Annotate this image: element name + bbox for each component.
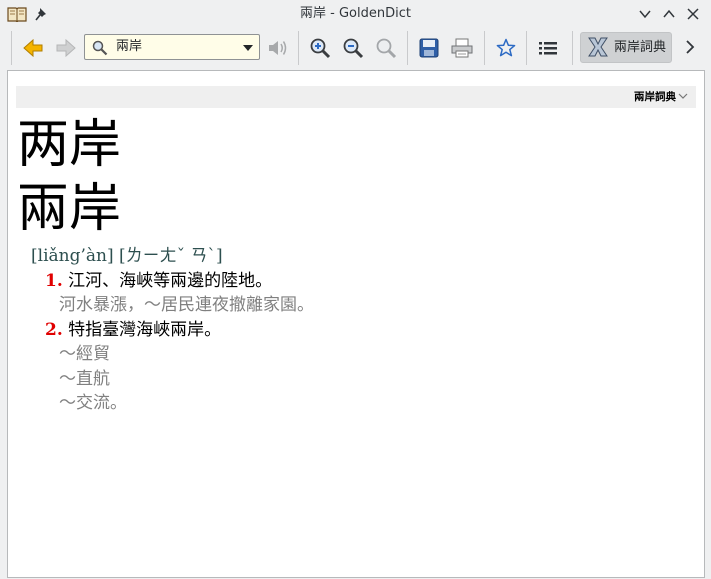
toolbar-separator: [526, 31, 527, 65]
arrow-left-icon: [23, 39, 43, 57]
headword-traditional: 兩岸: [17, 179, 122, 239]
main-toolbar: 兩岸 兩岸詞典: [0, 28, 711, 68]
star-icon: [496, 38, 516, 57]
back-button[interactable]: [17, 32, 49, 64]
toolbar-separator: [484, 31, 485, 65]
minimize-icon[interactable]: [636, 5, 654, 23]
toolbar-separator: [298, 31, 299, 65]
printer-icon: [451, 38, 473, 58]
zoom-out-button[interactable]: [337, 32, 369, 64]
pronounce-button[interactable]: [262, 32, 294, 64]
dictionary-group-button[interactable]: 兩岸詞典: [580, 32, 672, 63]
forward-button[interactable]: [50, 32, 82, 64]
chevron-right-icon[interactable]: [684, 38, 696, 56]
save-icon: [419, 38, 439, 58]
definition-text: 江河、海峽等兩邊的陸地。: [68, 271, 273, 291]
definition-number: 1.: [45, 271, 63, 291]
dropdown-arrow-icon[interactable]: [243, 45, 253, 51]
example-sentence: ～直航: [59, 369, 110, 389]
speaker-icon: [269, 41, 287, 55]
example-sentence: ～經貿: [59, 344, 110, 364]
definition-2: 2. 特指臺灣海峽兩岸。: [45, 318, 221, 342]
history-list-button[interactable]: [532, 32, 564, 64]
dictionary-icon: [588, 37, 608, 57]
maximize-icon[interactable]: [660, 5, 678, 23]
toolbar-handle: [11, 31, 12, 65]
zoom-normal-icon: [376, 38, 397, 59]
title-bar: 兩岸 - GoldenDict: [0, 0, 711, 28]
collapse-chevron-icon[interactable]: [678, 92, 688, 100]
example-sentence: ～交流。: [59, 393, 127, 413]
zoom-reset-button[interactable]: [370, 32, 402, 64]
window-title: 兩岸 - GoldenDict: [300, 6, 411, 21]
definition-text: 特指臺灣海峽兩岸。: [68, 320, 222, 340]
favorite-button[interactable]: [490, 32, 522, 64]
arrow-right-icon: [56, 39, 76, 57]
dictionary-group-label: 兩岸詞典: [614, 40, 667, 55]
search-combobox[interactable]: 兩岸: [84, 34, 260, 60]
example-sentence: 河水暴漲，～居民連夜撤離家園。: [59, 295, 314, 315]
search-input[interactable]: 兩岸: [116, 35, 142, 59]
pronunciation: [liǎng’àn] [ㄌㄧㄤˇ ㄢˋ]: [31, 246, 223, 266]
headword-simplified: 两岸: [17, 115, 122, 175]
definition-number: 2.: [45, 320, 63, 340]
close-icon[interactable]: [684, 5, 702, 23]
dictionary-name: 兩岸詞典: [634, 91, 676, 103]
print-button[interactable]: [446, 32, 478, 64]
definition-1: 1. 江河、海峽等兩邊的陸地。: [45, 269, 272, 293]
zoom-in-icon: [310, 38, 331, 59]
toolbar-separator: [572, 31, 573, 65]
article-view[interactable]: 兩岸詞典 两岸 兩岸 [liǎng’àn] [ㄌㄧㄤˇ ㄢˋ] 1. 江河、海峽…: [7, 70, 705, 578]
zoom-in-button[interactable]: [304, 32, 336, 64]
zoom-out-icon: [343, 38, 364, 59]
save-button[interactable]: [413, 32, 445, 64]
toolbar-separator: [407, 31, 408, 65]
list-icon: [539, 42, 557, 55]
search-icon: [92, 40, 108, 56]
dictionary-header[interactable]: 兩岸詞典: [16, 86, 696, 108]
